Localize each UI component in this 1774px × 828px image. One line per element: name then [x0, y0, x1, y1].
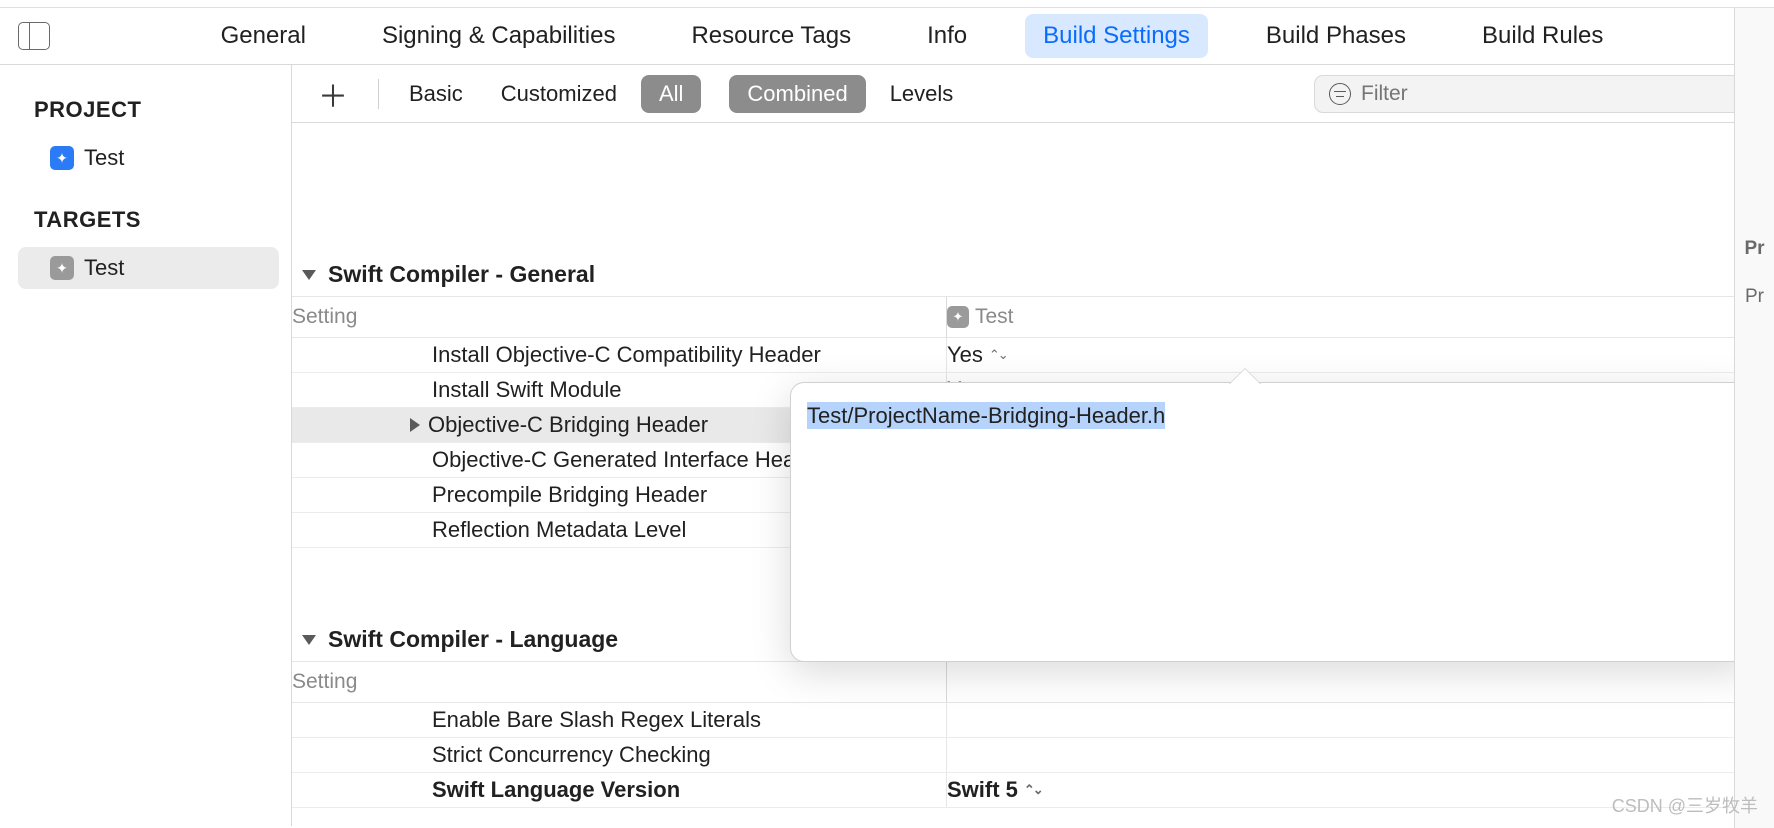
- filter-icon: [1329, 83, 1351, 105]
- view-combined[interactable]: Combined: [729, 75, 865, 113]
- setting-label: Install Objective-C Compatibility Header: [292, 338, 946, 372]
- setting-row-strict-concurrency-checking[interactable]: Strict Concurrency Checking: [292, 738, 1774, 773]
- section-title-label: Swift Compiler - General: [328, 261, 595, 288]
- chevron-down-icon: [302, 270, 316, 280]
- sidebar-heading-targets: TARGETS: [0, 207, 291, 247]
- setting-label: Enable Bare Slash Regex Literals: [292, 703, 946, 737]
- chevron-right-icon: [410, 418, 420, 432]
- scope-customized[interactable]: Customized: [487, 75, 631, 113]
- label-text: Objective-C Bridging Header: [428, 412, 708, 438]
- sidebar-item-label: Test: [84, 145, 124, 171]
- setting-label: Strict Concurrency Checking: [292, 738, 946, 772]
- filter-input[interactable]: [1361, 82, 1747, 106]
- value-text: Yes: [947, 342, 983, 368]
- rightstrip-label: Pr: [1744, 238, 1764, 260]
- value-editor-popover[interactable]: Test/ProjectName-Bridging-Header.h: [790, 382, 1750, 662]
- add-button[interactable]: ＋: [304, 72, 362, 116]
- right-inspector-strip[interactable]: Pr Pr: [1734, 8, 1774, 828]
- column-header-row: Setting ✦ Test: [292, 296, 1774, 338]
- column-header-row: Setting: [292, 661, 1774, 703]
- setting-label: Swift Language Version: [292, 773, 946, 807]
- chevron-down-icon: [302, 635, 316, 645]
- spacer: [292, 123, 1774, 253]
- popover-arrow: [1229, 369, 1261, 385]
- sidebar-heading-project: PROJECT: [0, 97, 291, 137]
- tab-signing-capabilities[interactable]: Signing & Capabilities: [364, 14, 633, 58]
- section-title-label: Swift Compiler - Language: [328, 626, 618, 653]
- editor-tabbar: General Signing & Capabilities Resource …: [0, 8, 1774, 65]
- setting-row-swift-language-version[interactable]: Swift Language Version Swift 5 ⌃⌄: [292, 773, 1774, 808]
- value-text: Swift 5: [947, 777, 1018, 803]
- tab-build-rules[interactable]: Build Rules: [1464, 14, 1621, 58]
- column-header-setting: Setting: [292, 297, 946, 337]
- column-header-target-label: Test: [975, 305, 1014, 329]
- window-top-border: [0, 0, 1774, 8]
- column-header-setting: Setting: [292, 662, 946, 702]
- tab-info[interactable]: Info: [909, 14, 985, 58]
- tab-build-phases[interactable]: Build Phases: [1248, 14, 1424, 58]
- setting-row-enable-bare-slash-regex[interactable]: Enable Bare Slash Regex Literals: [292, 703, 1774, 738]
- column-header-spacer: [946, 662, 1774, 702]
- divider: [378, 79, 379, 109]
- left-panel-toggle-icon[interactable]: [18, 22, 50, 50]
- stepper-icon: ⌃⌄: [989, 347, 1007, 363]
- app-icon: ✦: [50, 256, 74, 280]
- watermark: CSDN @三岁牧羊: [1612, 792, 1758, 818]
- app-icon: ✦: [50, 146, 74, 170]
- tab-resource-tags[interactable]: Resource Tags: [673, 14, 869, 58]
- scope-all[interactable]: All: [641, 75, 701, 113]
- setting-value[interactable]: Yes ⌃⌄: [946, 338, 1774, 372]
- setting-value[interactable]: [946, 738, 1774, 772]
- rightstrip-label: Pr: [1745, 286, 1764, 308]
- setting-row-install-objc-compat-header[interactable]: Install Objective-C Compatibility Header…: [292, 338, 1774, 373]
- sidebar-item-label: Test: [84, 255, 124, 281]
- view-levels[interactable]: Levels: [876, 75, 968, 113]
- scope-basic[interactable]: Basic: [395, 75, 477, 113]
- tab-build-settings[interactable]: Build Settings: [1025, 14, 1208, 58]
- filter-field[interactable]: [1314, 75, 1762, 113]
- tab-general[interactable]: General: [203, 14, 324, 58]
- app-icon: ✦: [947, 306, 969, 328]
- settings-toolbar: ＋ Basic Customized All Combined Levels: [292, 65, 1774, 123]
- popover-text-input[interactable]: Test/ProjectName-Bridging-Header.h: [807, 402, 1165, 429]
- sidebar-item-target-test[interactable]: ✦ Test: [18, 247, 279, 289]
- sidebar-item-project-test[interactable]: ✦ Test: [18, 137, 279, 179]
- section-swift-compiler-general[interactable]: Swift Compiler - General: [292, 253, 1774, 296]
- column-header-target: ✦ Test: [946, 297, 1774, 337]
- setting-value[interactable]: [946, 703, 1774, 737]
- editor-tabs: General Signing & Capabilities Resource …: [50, 14, 1774, 58]
- stepper-icon: ⌃⌄: [1024, 782, 1042, 798]
- project-sidebar: PROJECT ✦ Test TARGETS ✦ Test: [0, 65, 292, 826]
